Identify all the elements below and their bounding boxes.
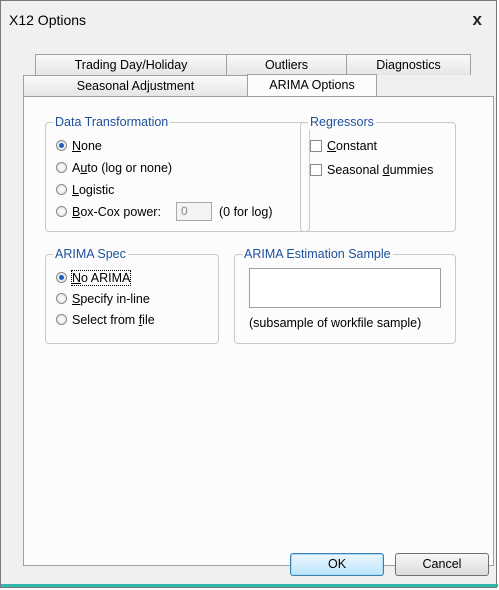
estimation-sample-group: ARIMA Estimation Sample (subsample of wo… [234, 246, 456, 344]
estimation-sample-title: ARIMA Estimation Sample [242, 246, 393, 262]
bottom-accent-strip [1, 584, 498, 587]
window-title: X12 Options [9, 12, 87, 28]
arima-spec-title: ARIMA Spec [53, 246, 128, 262]
regressors-title: Regressors [308, 114, 376, 130]
dialog-window: X12 Options x Trading Day/Holiday Outlie… [0, 0, 498, 588]
radio-auto-indicator[interactable] [56, 162, 67, 174]
checkbox-constant-box[interactable] [310, 139, 322, 152]
estimation-sample-note: (subsample of workfile sample) [249, 316, 422, 330]
radio-logistic-indicator[interactable] [56, 184, 67, 196]
radio-box-cox[interactable]: Box-Cox power: [56, 203, 161, 221]
checkbox-constant[interactable]: Constant [310, 137, 377, 155]
data-transformation-group: Data Transformation None Auto (log or no… [45, 114, 310, 232]
tab-panel: Data Transformation None Auto (log or no… [23, 96, 494, 566]
radio-no-arima-indicator[interactable] [56, 272, 67, 284]
cancel-button[interactable]: Cancel [395, 553, 489, 576]
radio-logistic[interactable]: Logistic [56, 181, 114, 199]
tab-trading-day-holiday[interactable]: Trading Day/Holiday [35, 54, 227, 75]
checkbox-seasonal-dummies[interactable]: Seasonal dummies [310, 161, 433, 179]
ok-button[interactable]: OK [290, 553, 384, 576]
tab-arima-options[interactable]: ARIMA Options [247, 74, 377, 96]
data-transformation-title: Data Transformation [53, 114, 171, 130]
regressors-group: Regressors Constant Seasonal dummies [300, 114, 456, 232]
box-cox-power-input[interactable]: 0 [176, 202, 212, 221]
close-icon[interactable]: x [473, 10, 482, 30]
arima-spec-group: ARIMA Spec No ARIMA Specify in-line Sele… [45, 246, 219, 344]
radio-none[interactable]: None [56, 137, 102, 155]
title-bar: X12 Options x [1, 1, 496, 41]
tab-outliers[interactable]: Outliers [226, 54, 347, 75]
radio-specify-in-line-indicator[interactable] [56, 293, 67, 305]
radio-specify-in-line[interactable]: Specify in-line [56, 290, 150, 308]
checkbox-seasonal-dummies-box[interactable] [310, 163, 322, 176]
tab-diagnostics[interactable]: Diagnostics [346, 54, 471, 75]
radio-select-from-file-indicator[interactable] [56, 314, 67, 326]
box-cox-hint: (0 for log) [219, 205, 273, 219]
radio-no-arima[interactable]: No ARIMA [56, 269, 132, 287]
radio-box-cox-indicator[interactable] [56, 206, 67, 218]
radio-auto[interactable]: Auto (log or none) [56, 159, 172, 177]
radio-none-indicator[interactable] [56, 140, 67, 152]
tab-seasonal-adjustment[interactable]: Seasonal Adjustment [23, 75, 248, 96]
no-arima-label: No ARIMA [70, 270, 132, 286]
radio-select-from-file[interactable]: Select from file [56, 311, 155, 329]
estimation-sample-input[interactable] [249, 268, 441, 308]
